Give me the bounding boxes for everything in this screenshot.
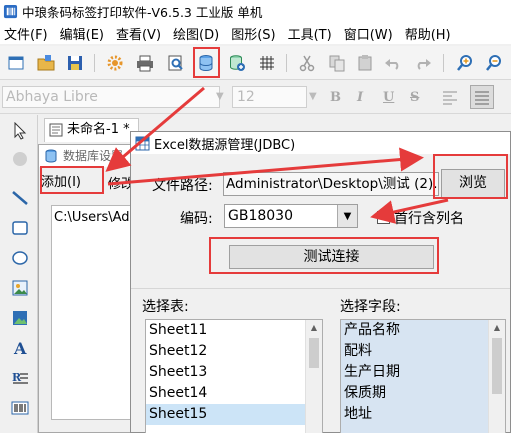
- scroll-up-icon[interactable]: ▲: [306, 320, 322, 336]
- list-item[interactable]: Sheet14: [146, 383, 322, 404]
- scroll-thumb[interactable]: [309, 338, 319, 368]
- align-left-icon[interactable]: [440, 87, 460, 107]
- rich-text-tool-icon[interactable]: R: [9, 367, 31, 389]
- line-tool-icon[interactable]: [9, 187, 31, 209]
- menu-bar: 文件(F) 编辑(E) 查看(V) 绘图(D) 图形(S) 工具(T) 窗口(W…: [0, 22, 511, 44]
- menu-file[interactable]: 文件(F): [4, 24, 48, 43]
- app-logo-icon: [3, 4, 18, 18]
- list-item[interactable]: 保质期: [341, 383, 505, 404]
- list-item[interactable]: 配料: [341, 341, 505, 362]
- bold-button[interactable]: B: [330, 90, 341, 105]
- document-tab-label: 未命名-1 *: [67, 122, 130, 137]
- list-item[interactable]: Sheet12: [146, 341, 322, 362]
- dialog-title-bar: Excel数据源管理(JDBC): [131, 132, 510, 154]
- database-icon: [45, 149, 57, 163]
- menu-view[interactable]: 查看(V): [116, 24, 161, 43]
- barcode-tool-icon[interactable]: [9, 397, 31, 419]
- menu-draw[interactable]: 绘图(D): [173, 24, 219, 43]
- table-list[interactable]: Sheet11 Sheet12 Sheet13 Sheet14 Sheet15 …: [145, 319, 323, 433]
- settings-gear-icon[interactable]: [104, 52, 126, 74]
- align-justify-icon[interactable]: [470, 85, 494, 109]
- grid-icon[interactable]: [256, 52, 278, 74]
- chevron-down-icon[interactable]: ▼: [309, 91, 317, 102]
- zoom-in-icon[interactable]: [454, 52, 476, 74]
- toolbar-separator: [443, 54, 444, 72]
- svg-text:A: A: [13, 339, 27, 357]
- table-list-scrollbar[interactable]: ▲: [305, 320, 322, 433]
- underline-button[interactable]: U: [383, 90, 394, 105]
- file-path-label: 文件路径:: [152, 178, 213, 194]
- data-source-list[interactable]: C:\Users\Ad: [51, 205, 141, 420]
- main-toolbar: [0, 46, 511, 80]
- image-tool-icon[interactable]: [9, 277, 31, 299]
- ellipse-tool-icon[interactable]: [9, 247, 31, 269]
- document-tab[interactable]: 未命名-1 *: [44, 118, 139, 142]
- test-connection-button[interactable]: 测试连接: [229, 245, 434, 269]
- menu-help[interactable]: 帮助(H): [405, 24, 451, 43]
- picture-tool-icon[interactable]: [9, 307, 31, 329]
- cut-icon[interactable]: [296, 52, 318, 74]
- redo-icon[interactable]: [412, 52, 434, 74]
- zoom-out-icon[interactable]: [483, 52, 505, 74]
- database-settings-title: 数据库设置: [63, 149, 124, 163]
- new-file-icon[interactable]: [5, 52, 27, 74]
- document-icon: [49, 123, 63, 137]
- list-item[interactable]: Sheet11: [146, 320, 322, 341]
- add-button[interactable]: 添加(I): [41, 171, 81, 190]
- chevron-down-icon[interactable]: ▼: [216, 91, 224, 102]
- hand-pan-icon[interactable]: [9, 148, 31, 170]
- database-icon[interactable]: [195, 52, 217, 74]
- menu-edit[interactable]: 编辑(E): [60, 24, 104, 43]
- save-icon[interactable]: [64, 52, 86, 74]
- pointer-icon[interactable]: [9, 120, 31, 142]
- left-toolstrip: A R: [0, 115, 38, 433]
- scroll-thumb[interactable]: [492, 338, 502, 394]
- scroll-up-icon[interactable]: ▲: [489, 320, 505, 336]
- select-field-label: 选择字段:: [340, 299, 401, 315]
- chevron-down-icon[interactable]: ▼: [337, 205, 357, 227]
- italic-button[interactable]: I: [357, 90, 363, 105]
- menu-tools[interactable]: 工具(T): [288, 24, 332, 43]
- list-item[interactable]: 地址: [341, 404, 505, 425]
- list-item[interactable]: Sheet13: [146, 362, 322, 383]
- title-bar: 中琅条码标签打印软件-V6.5.3 工业版 单机: [0, 0, 511, 22]
- section-divider: [131, 288, 510, 289]
- list-item[interactable]: 生产日期: [341, 362, 505, 383]
- first-row-header-label: 首行含列名: [394, 211, 464, 227]
- toolbar-separator: [286, 54, 287, 72]
- list-item-selected[interactable]: Sheet15: [146, 404, 322, 425]
- open-folder-icon[interactable]: [35, 52, 57, 74]
- dialog-title: Excel数据源管理(JDBC): [154, 137, 296, 153]
- font-name-select[interactable]: Abhaya Libre: [2, 86, 220, 108]
- app-title: 中琅条码标签打印软件-V6.5.3 工业版 单机: [22, 4, 263, 20]
- browse-button[interactable]: 浏览: [441, 169, 505, 198]
- list-item[interactable]: C:\Users\Ad: [54, 210, 138, 225]
- database-settings-title-bar: 数据库设置: [39, 145, 137, 167]
- menu-window[interactable]: 窗口(W): [344, 24, 393, 43]
- print-icon[interactable]: [134, 52, 156, 74]
- text-tool-icon[interactable]: A: [9, 337, 31, 359]
- encoding-label: 编码:: [180, 211, 213, 227]
- file-path-field[interactable]: Administrator\Desktop\测试 (2).xls: [223, 172, 439, 196]
- field-list[interactable]: 产品名称 配料 生产日期 保质期 地址 ▲: [340, 319, 506, 433]
- paste-icon[interactable]: [354, 52, 376, 74]
- print-preview-icon[interactable]: [165, 52, 187, 74]
- format-toolbar: Abhaya Libre ▼ 12 ▼ B I U S: [0, 81, 511, 114]
- font-size-select[interactable]: 12: [232, 86, 307, 108]
- database-add-icon[interactable]: [226, 52, 248, 74]
- list-item[interactable]: 产品名称: [341, 320, 505, 341]
- database-settings-window: 数据库设置 添加(I) 修改 C:\Users\Ad: [38, 144, 141, 433]
- rectangle-tool-icon[interactable]: [9, 217, 31, 239]
- strikethrough-button[interactable]: S: [410, 90, 419, 105]
- first-row-header-checkbox[interactable]: ✔: [377, 211, 390, 224]
- excel-datasource-dialog: Excel数据源管理(JDBC) 文件路径: Administrator\Des…: [130, 131, 511, 433]
- excel-icon: [135, 136, 150, 150]
- select-table-label: 选择表:: [142, 299, 189, 315]
- toolbar-separator: [94, 54, 95, 72]
- undo-icon[interactable]: [382, 52, 404, 74]
- copy-icon[interactable]: [326, 52, 348, 74]
- field-list-scrollbar[interactable]: ▲: [488, 320, 505, 433]
- menu-shape[interactable]: 图形(S): [231, 24, 275, 43]
